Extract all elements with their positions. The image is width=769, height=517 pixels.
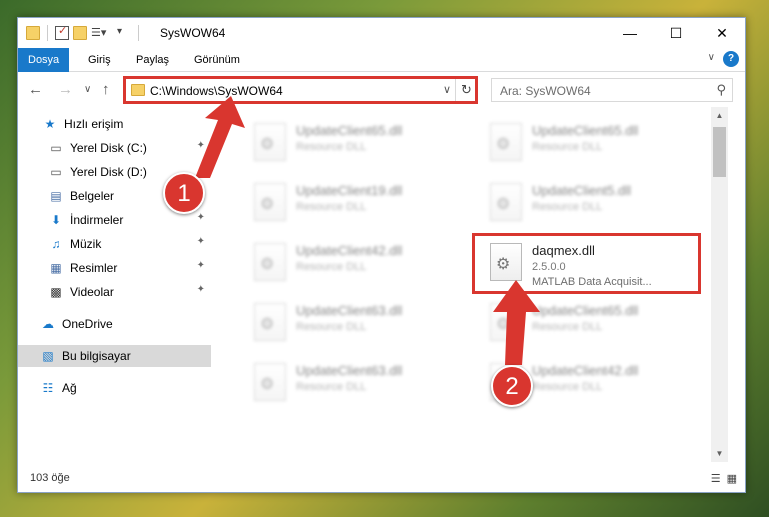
annotation-arrows [195,96,540,365]
arrow-up-icon [493,280,540,365]
step-1-badge: 1 [163,172,205,214]
step-2-badge: 2 [491,365,533,407]
arrow-up-icon [195,96,245,178]
